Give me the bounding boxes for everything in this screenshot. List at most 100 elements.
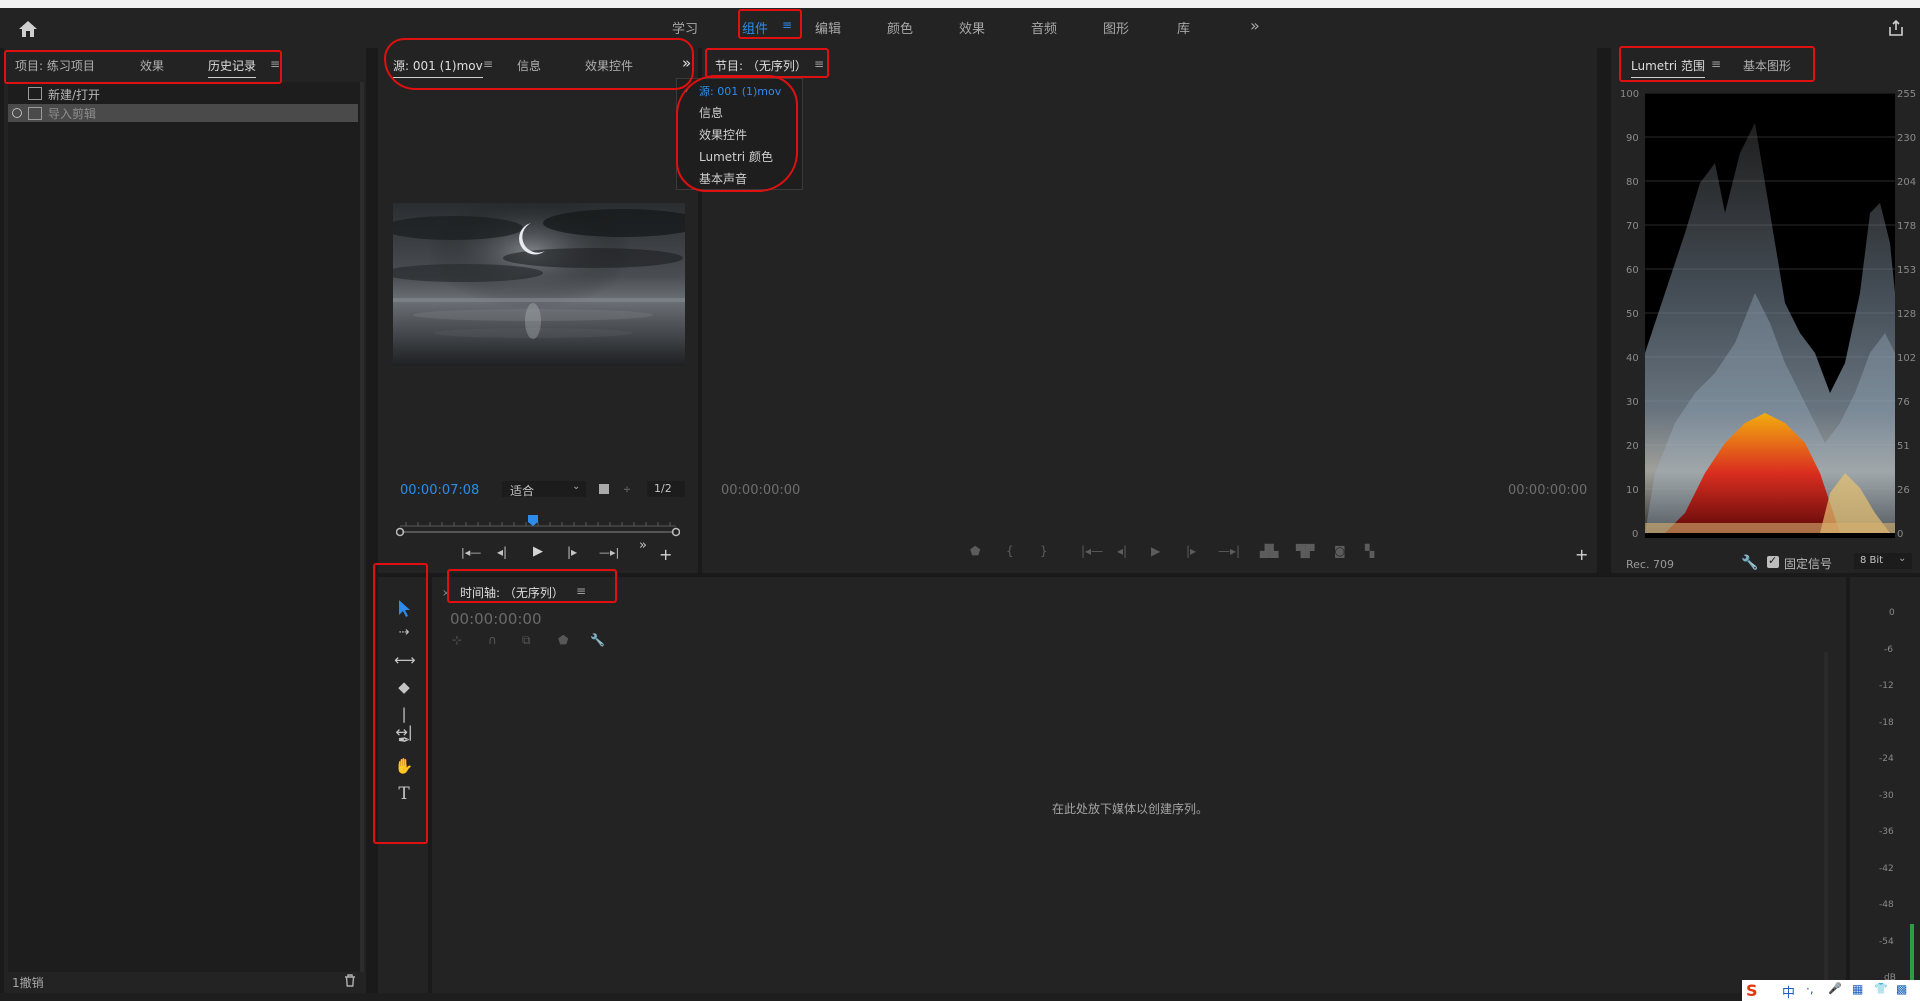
play-icon[interactable]: ▶ xyxy=(1151,544,1160,558)
waveform-code-label: 128 xyxy=(1897,309,1917,320)
wrench-icon[interactable]: 🔧 xyxy=(1741,555,1758,571)
add-button-icon[interactable]: + xyxy=(659,545,672,564)
add-marker-icon[interactable]: ⬟ xyxy=(970,544,980,558)
tab-program[interactable]: 节目: （无序列） xyxy=(715,57,807,74)
mark-in-icon[interactable]: { xyxy=(1006,544,1014,558)
step-back-icon[interactable]: ◂| xyxy=(497,545,507,559)
workspace-tab-effects[interactable]: 效果 xyxy=(959,18,985,37)
source-zoom-bar[interactable] xyxy=(395,526,681,537)
bit-depth-select[interactable]: 8 Bit ⌄ xyxy=(1854,553,1912,569)
step-forward-icon[interactable]: |▸ xyxy=(567,545,577,559)
mark-in-icon[interactable]: |◂— xyxy=(461,546,481,559)
waveform-ire-label: 100 xyxy=(1620,89,1640,100)
linked-selection-icon[interactable]: ⧉ xyxy=(522,633,531,648)
workspace-tab-learn[interactable]: 学习 xyxy=(672,18,698,37)
menu-item-effect-controls[interactable]: 效果控件 xyxy=(699,126,747,143)
timeline-timecode[interactable]: 00:00:00:00 xyxy=(450,610,542,628)
menu-item-essential-sound[interactable]: 基本声音 xyxy=(699,170,747,187)
program-timecode-playhead[interactable]: 00:00:00:00 xyxy=(721,483,800,498)
timeline-settings-icon[interactable]: 🔧 xyxy=(590,633,605,647)
add-marker-icon[interactable]: ⬟ xyxy=(558,633,568,647)
waveform-code-label: 230 xyxy=(1897,133,1917,144)
source-timecode[interactable]: 00:00:07:08 xyxy=(400,483,479,498)
lumetri-menu-icon[interactable]: ≡ xyxy=(1711,57,1721,71)
timeline-scrollbar[interactable] xyxy=(1824,652,1828,982)
mark-out-icon[interactable]: —▸| xyxy=(599,546,619,559)
go-to-out-icon[interactable]: —▸| xyxy=(1218,544,1240,558)
workspace-tab-graphics[interactable]: 图形 xyxy=(1103,18,1129,37)
lift-icon[interactable]: ▟▙ xyxy=(1260,544,1278,558)
step-forward-icon[interactable]: |▸ xyxy=(1186,544,1196,558)
ime-toolbar[interactable]: S 中 ·, 🎤 ▦ 👕 ▩ xyxy=(1742,980,1920,1001)
snap-icon[interactable]: ∩ xyxy=(488,633,497,647)
history-item-current[interactable]: 导入剪辑 xyxy=(8,104,358,122)
go-to-in-icon[interactable]: |◂— xyxy=(1081,544,1103,558)
menu-item-info[interactable]: 信息 xyxy=(699,104,723,121)
selection-tool-icon[interactable] xyxy=(394,598,414,618)
source-menu-icon[interactable]: ≡ xyxy=(483,57,493,71)
hand-tool-icon[interactable]: ✋ xyxy=(394,757,414,775)
source-video-frame[interactable] xyxy=(393,203,685,366)
workspace-tab-editing[interactable]: 编辑 xyxy=(815,18,841,37)
tab-timeline[interactable]: 时间轴: （无序列） xyxy=(460,584,564,601)
export-frame-icon[interactable]: ◙ xyxy=(1334,544,1346,558)
waveform-code-label: 178 xyxy=(1897,221,1917,232)
timeline-drop-area[interactable]: 在此处放下媒体以创建序列。 xyxy=(432,652,1824,982)
meter-db-label: -36 xyxy=(1879,827,1894,837)
home-icon[interactable] xyxy=(18,20,38,38)
tab-info[interactable]: 信息 xyxy=(517,57,541,74)
close-icon[interactable]: × xyxy=(442,588,450,599)
menu-item-lumetri-color[interactable]: Lumetri 颜色 xyxy=(699,148,773,165)
audio-level-bar xyxy=(1910,924,1914,980)
share-icon[interactable] xyxy=(1887,19,1905,37)
workspace-overflow-icon[interactable]: » xyxy=(1250,16,1260,35)
transport-overflow-icon[interactable]: » xyxy=(639,538,647,553)
workspace-tab-audio[interactable]: 音频 xyxy=(1031,18,1057,37)
waveform-code-label: 0 xyxy=(1897,529,1904,540)
tab-effects[interactable]: 效果 xyxy=(140,57,164,74)
history-menu-icon[interactable]: ≡ xyxy=(270,57,280,71)
menu-item-source[interactable]: 源: 001 (1)mov xyxy=(699,83,781,99)
history-item[interactable]: 新建/打开 xyxy=(8,85,358,103)
workspace-tab-color[interactable]: 颜色 xyxy=(887,18,913,37)
workspace-tab-libraries[interactable]: 库 xyxy=(1177,18,1190,37)
panel-overflow-icon[interactable]: » xyxy=(682,54,691,72)
type-tool-icon[interactable]: T xyxy=(394,784,414,804)
safe-margins-icon[interactable]: ⧾ xyxy=(624,481,630,496)
tab-history[interactable]: 历史记录 xyxy=(208,57,257,78)
track-select-tool-icon[interactable]: ⇢ xyxy=(394,625,414,640)
mark-out-icon[interactable]: } xyxy=(1040,544,1048,558)
razor-tool-icon[interactable]: ◆ xyxy=(394,678,414,696)
nest-icon[interactable]: ⊹ xyxy=(452,633,462,647)
extract-icon[interactable]: ▜▛ xyxy=(1296,544,1314,558)
skin-icon[interactable]: 👕 xyxy=(1874,982,1888,995)
microphone-icon[interactable]: 🎤 xyxy=(1828,982,1842,995)
play-icon[interactable]: ▶ xyxy=(533,544,543,559)
workspace-menu-icon[interactable]: ≡ xyxy=(782,18,792,32)
pen-tool-icon[interactable]: ✒ xyxy=(394,731,414,749)
history-scrollbar[interactable] xyxy=(360,82,364,972)
workspace-tab-assembly[interactable]: 组件 xyxy=(742,18,768,37)
tab-project[interactable]: 项目: 练习项目 xyxy=(15,57,95,74)
tab-essential-graphics[interactable]: 基本图形 xyxy=(1743,57,1791,74)
tab-lumetri-scopes[interactable]: Lumetri 范围 xyxy=(1631,57,1705,78)
program-monitor xyxy=(702,48,1597,573)
source-resolution-select[interactable]: 1/2 xyxy=(647,481,685,497)
timeline-menu-icon[interactable]: ≡ xyxy=(576,584,586,598)
source-fit-select[interactable]: 适合 ⌄ xyxy=(502,481,586,498)
ime-punctuation-icon[interactable]: ·, xyxy=(1806,982,1814,996)
toolbox-icon[interactable]: ▩ xyxy=(1896,982,1907,996)
trash-icon[interactable] xyxy=(344,974,356,987)
ripple-edit-tool-icon[interactable]: ⟷ xyxy=(394,651,416,669)
ime-chinese-mode-icon[interactable]: 中 xyxy=(1782,982,1795,1001)
settings-square-icon[interactable] xyxy=(599,484,609,494)
clamp-signal-checkbox[interactable]: ✓ xyxy=(1767,554,1779,568)
program-menu-icon[interactable]: ≡ xyxy=(814,57,824,71)
tab-effect-controls[interactable]: 效果控件 xyxy=(585,57,633,74)
tab-source[interactable]: 源: 001 (1)mov xyxy=(393,57,483,78)
compare-icon[interactable]: ▚ xyxy=(1365,544,1374,558)
chevron-down-icon: ⌄ xyxy=(572,481,581,492)
step-back-icon[interactable]: ◂| xyxy=(1117,544,1127,558)
program-add-button-icon[interactable]: + xyxy=(1575,545,1588,564)
keyboard-icon[interactable]: ▦ xyxy=(1852,982,1863,996)
